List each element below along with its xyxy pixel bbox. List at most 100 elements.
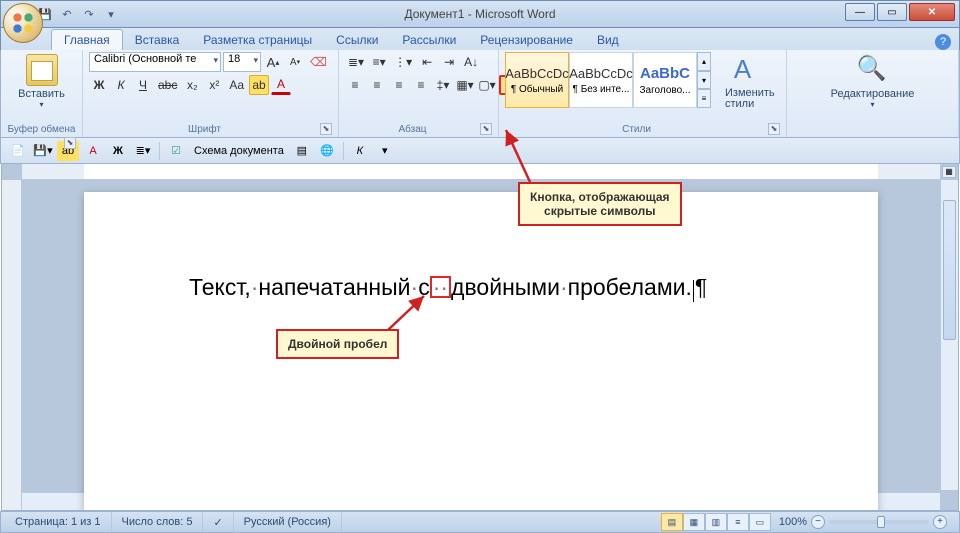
underline-button[interactable]: Ч xyxy=(133,75,153,95)
zoom-out-button[interactable]: − xyxy=(811,515,825,529)
italic-button[interactable]: К xyxy=(111,75,131,95)
outdent-button[interactable]: ⇤ xyxy=(417,52,437,72)
shading-button[interactable]: ▦▾ xyxy=(455,75,475,95)
change-styles-button[interactable]: A Изменить стили xyxy=(719,52,781,112)
zoom-thumb[interactable] xyxy=(877,516,885,528)
shrink-font-button[interactable]: A▾ xyxy=(285,52,305,72)
align-justify-button[interactable]: ≡ xyxy=(411,75,431,95)
qat-undo[interactable]: ↶ xyxy=(57,4,77,24)
style-heading1[interactable]: AaBbC Заголово... xyxy=(633,52,697,108)
view-outline[interactable]: ≡ xyxy=(727,513,749,531)
maximize-button[interactable]: ▭ xyxy=(877,3,907,21)
bullet-list-button[interactable]: ≣▾ xyxy=(345,52,367,72)
bold-button[interactable]: Ж xyxy=(89,75,109,95)
number-list-button[interactable]: ≡▾ xyxy=(369,52,389,72)
zoom-in-button[interactable]: + xyxy=(933,515,947,529)
tab-view[interactable]: Вид xyxy=(585,30,631,50)
multilevel-button[interactable]: ⋮▾ xyxy=(391,52,415,72)
zoom-percent[interactable]: 100% xyxy=(779,516,807,528)
help-icon[interactable]: ? xyxy=(935,34,951,50)
tab-references[interactable]: Ссылки xyxy=(324,30,390,50)
view-print-layout[interactable]: ▤ xyxy=(661,513,683,531)
tab-review[interactable]: Рецензирование xyxy=(468,30,585,50)
clipboard-dialog[interactable]: ⬊ xyxy=(64,137,76,149)
style-name: ¶ Обычный xyxy=(511,84,563,95)
ruler-horizontal[interactable] xyxy=(22,164,940,180)
scroll-thumb[interactable] xyxy=(943,200,956,340)
tb2-italic[interactable]: К xyxy=(349,141,371,161)
zoom-control: 100% − + xyxy=(779,515,947,529)
superscript-button[interactable]: x² xyxy=(204,75,224,95)
window-title: Документ1 - Microsoft Word xyxy=(404,7,555,21)
border-button[interactable]: ▢▾ xyxy=(477,75,497,95)
qat-customize[interactable]: ▾ xyxy=(101,4,121,24)
font-color-button[interactable]: A xyxy=(271,75,291,95)
line-spacing-button[interactable]: ‡▾ xyxy=(433,75,453,95)
indent-button[interactable]: ⇥ xyxy=(439,52,459,72)
style-name: ¶ Без инте... xyxy=(573,84,630,95)
office-button[interactable] xyxy=(3,3,43,43)
tab-insert[interactable]: Вставка xyxy=(123,30,192,50)
status-words[interactable]: Число слов: 5 xyxy=(112,512,204,532)
tb2-save[interactable]: 💾▾ xyxy=(32,141,54,161)
space-dot: · xyxy=(560,274,568,300)
tb2-web[interactable]: 🌐 xyxy=(316,141,338,161)
document-text[interactable]: Текст,·напечатанный·с··двойными·пробелам… xyxy=(189,274,707,302)
group-styles: AaBbCcDc ¶ Обычный AaBbCcDc ¶ Без инте..… xyxy=(499,50,787,137)
align-right-button[interactable]: ≡ xyxy=(389,75,409,95)
doc-map-label[interactable]: Схема документа xyxy=(190,145,288,157)
view-web[interactable]: ▥ xyxy=(705,513,727,531)
addins-toolbar: 📄 💾▾ ab A Ж ≣▾ ☑ Схема документа ▤ 🌐 К ▾ xyxy=(0,138,960,164)
style-no-spacing[interactable]: AaBbCcDc ¶ Без инте... xyxy=(569,52,633,108)
ribbon: Вставить ▾ Буфер обмена⬊ Calibri (Основн… xyxy=(0,50,960,138)
align-left-button[interactable]: ≡ xyxy=(345,75,365,95)
clipboard-icon xyxy=(26,54,58,86)
page[interactable]: Текст,·напечатанный·с··двойными·пробелам… xyxy=(84,192,878,511)
tab-mailings[interactable]: Рассылки xyxy=(390,30,468,50)
minimize-button[interactable]: — xyxy=(845,3,875,21)
grow-font-button[interactable]: A▴ xyxy=(263,52,283,72)
ruler-toggle[interactable]: ▦ xyxy=(942,166,956,178)
subscript-button[interactable]: x₂ xyxy=(182,75,202,95)
zoom-slider[interactable] xyxy=(829,520,929,524)
styles-scroll[interactable]: ▴▾≡ xyxy=(697,52,711,108)
view-full-screen[interactable]: ▦ xyxy=(683,513,705,531)
font-name-combo[interactable]: Calibri (Основной те xyxy=(89,52,221,72)
clear-format-button[interactable]: ⌫ xyxy=(307,52,330,72)
ruler-vertical[interactable] xyxy=(2,180,22,510)
group-paragraph: ≣▾ ≡▾ ⋮▾ ⇤ ⇥ A↓ ≡ ≡ ≡ ≡ ‡▾ ▦▾ ▢▾ ¶ Абзац… xyxy=(339,50,499,137)
tb2-new[interactable]: 📄 xyxy=(7,141,29,161)
binoculars-icon: 🔍 xyxy=(857,54,889,86)
titlebar: 💾 ↶ ↷ ▾ Документ1 - Microsoft Word — ▭ ✕ xyxy=(0,0,960,28)
align-center-button[interactable]: ≡ xyxy=(367,75,387,95)
change-case-button[interactable]: Aa xyxy=(226,75,247,95)
style-normal[interactable]: AaBbCcDc ¶ Обычный xyxy=(505,52,569,108)
qat-redo[interactable]: ↷ xyxy=(79,4,99,24)
tab-page-layout[interactable]: Разметка страницы xyxy=(191,30,324,50)
tb2-clear[interactable]: A xyxy=(82,141,104,161)
sort-button[interactable]: A↓ xyxy=(461,52,481,72)
styles-dialog[interactable]: ⬊ xyxy=(768,123,780,135)
view-draft[interactable]: ▭ xyxy=(749,513,771,531)
editing-button[interactable]: 🔍 Редактирование ▾ xyxy=(793,52,952,111)
status-page[interactable]: Страница: 1 из 1 xyxy=(5,512,112,532)
group-font-label: Шрифт xyxy=(188,124,221,135)
tab-home[interactable]: Главная xyxy=(51,29,123,50)
tb2-bold[interactable]: Ж xyxy=(107,141,129,161)
paragraph-dialog[interactable]: ⬊ xyxy=(480,123,492,135)
tb2-bullets[interactable]: ≣▾ xyxy=(132,141,154,161)
tb2-thumbnail[interactable]: ▤ xyxy=(291,141,313,161)
tb2-dropdown[interactable]: ▾ xyxy=(374,141,396,161)
status-proofing[interactable]: ✓ xyxy=(203,512,233,532)
change-styles-icon: A xyxy=(734,54,766,86)
scrollbar-vertical[interactable] xyxy=(940,180,958,490)
tb2-check[interactable]: ☑ xyxy=(165,141,187,161)
status-language[interactable]: Русский (Россия) xyxy=(234,512,342,532)
highlight-button[interactable]: ab xyxy=(249,75,269,95)
paste-button[interactable]: Вставить ▾ xyxy=(7,52,76,111)
font-size-combo[interactable]: 18 xyxy=(223,52,261,72)
close-button[interactable]: ✕ xyxy=(909,3,955,21)
font-dialog[interactable]: ⬊ xyxy=(320,123,332,135)
strike-button[interactable]: abc xyxy=(155,75,180,95)
text-segment: пробелами. xyxy=(568,274,692,300)
